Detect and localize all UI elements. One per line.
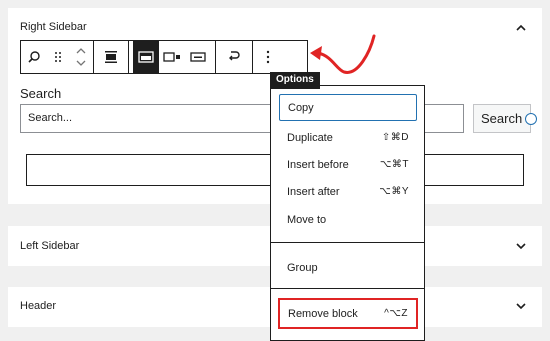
more-options-icon[interactable] [255, 41, 281, 73]
toolbar-group-block [21, 41, 94, 73]
menu-item-insert-before[interactable]: Insert before ⌥⌘T [279, 151, 417, 178]
button-outside-icon[interactable] [159, 41, 185, 73]
chevron-down-icon[interactable] [514, 239, 528, 253]
chevron-down-icon[interactable] [514, 299, 528, 313]
options-tooltip: Options [270, 72, 320, 89]
menu-item-duplicate[interactable]: Duplicate ⇧⌘D [279, 124, 417, 151]
menu-item-group[interactable]: Group [279, 254, 417, 281]
toolbar-group-transform [216, 41, 253, 73]
menu-item-shortcut: ⌥⌘T [379, 159, 409, 170]
menu-item-label: Copy [288, 101, 314, 114]
menu-item-shortcut: ⇧⌘D [381, 132, 409, 143]
menu-item-label: Group [287, 261, 318, 274]
move-up-down-icon[interactable] [69, 41, 93, 73]
menu-item-move-to[interactable]: Move to [279, 206, 417, 233]
button-inside-icon[interactable] [133, 41, 159, 73]
menu-item-remove-block[interactable]: Remove block ^⌥Z [278, 298, 418, 329]
menu-item-shortcut: ^⌥Z [384, 308, 408, 319]
menu-item-label: Move to [287, 213, 327, 226]
search-block-label[interactable]: Search [20, 86, 61, 101]
chevron-up-icon[interactable] [514, 21, 528, 35]
menu-item-label: Insert after [287, 185, 340, 198]
menu-item-shortcut: ⌥⌘Y [379, 186, 409, 197]
menu-item-copy[interactable]: Copy [279, 94, 417, 121]
no-button-icon[interactable] [185, 41, 211, 73]
header-title: Header [20, 300, 57, 312]
menu-separator [271, 242, 424, 243]
search-button[interactable]: Search [473, 104, 531, 133]
options-menu: Copy Duplicate ⇧⌘D Insert before ⌥⌘T Ins… [270, 85, 425, 341]
menu-item-label: Insert before [287, 158, 349, 171]
menu-item-insert-after[interactable]: Insert after ⌥⌘Y [279, 178, 417, 205]
align-icon[interactable] [98, 41, 124, 73]
block-toolbar [20, 40, 308, 74]
menu-separator [271, 288, 424, 289]
toolbar-group-align [94, 41, 129, 73]
transform-icon[interactable] [221, 41, 247, 73]
toolbar-group-button-position [129, 41, 216, 73]
drag-handle-icon[interactable] [47, 41, 69, 73]
toolbar-group-options [253, 41, 283, 73]
resize-handle[interactable] [525, 113, 537, 125]
menu-item-label: Remove block [288, 307, 358, 320]
menu-item-label: Duplicate [287, 131, 333, 144]
right-sidebar-title[interactable]: Right Sidebar [20, 21, 87, 33]
search-block-icon[interactable] [21, 41, 47, 73]
left-sidebar-title: Left Sidebar [20, 240, 80, 252]
